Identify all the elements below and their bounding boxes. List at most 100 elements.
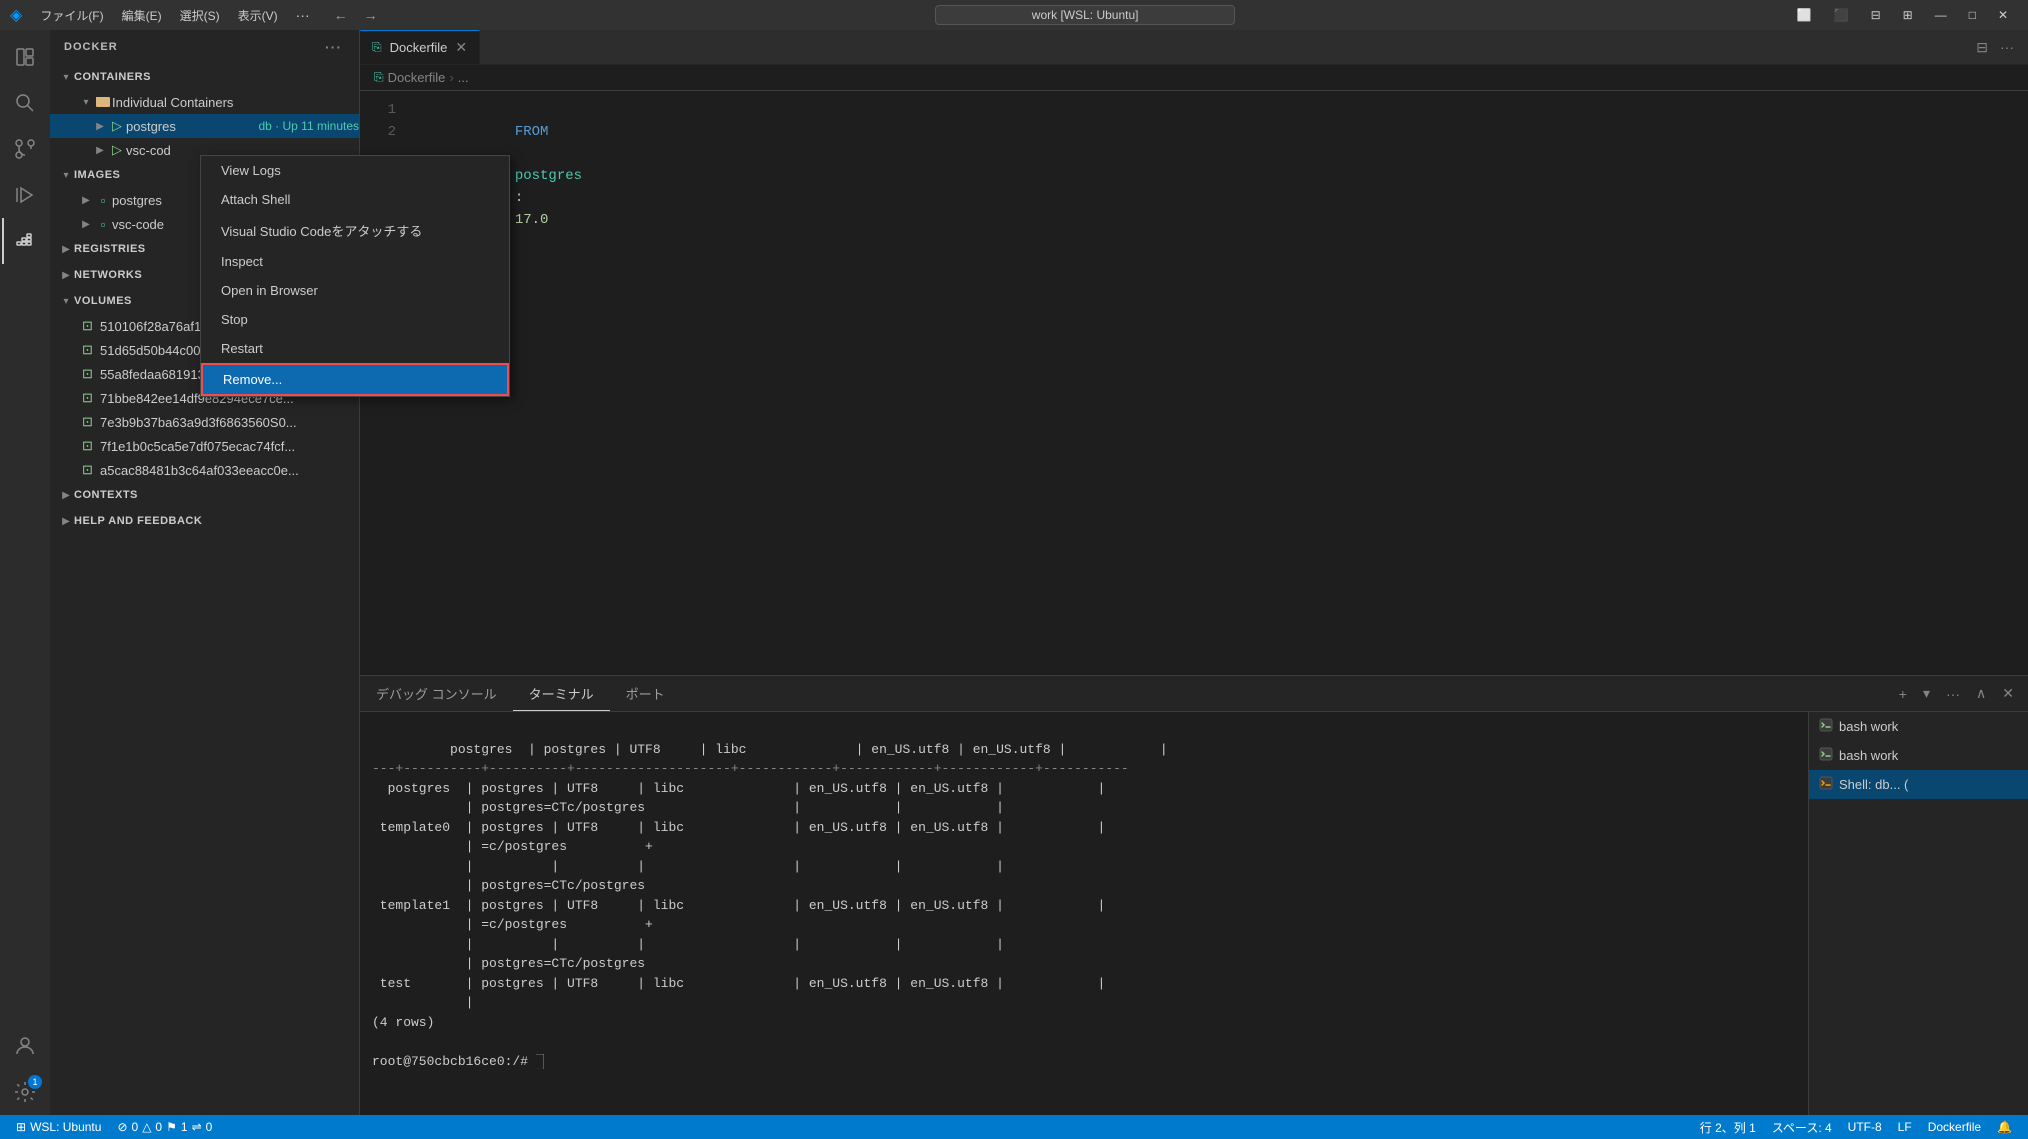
vscode-logo: ◈ [10, 5, 22, 25]
activity-search[interactable] [2, 80, 48, 126]
volume-item-6[interactable]: ⊡ a5cac88481b3c64af033eeacc0e... [50, 458, 359, 482]
activity-docker[interactable] [2, 218, 48, 264]
terminal-instance-label-2: Shell: db... ( [1839, 777, 1908, 792]
volume-icon-2: ⊡ [82, 366, 100, 382]
terminal-tab-terminal[interactable]: ターミナル [513, 676, 610, 711]
individual-containers-chevron: ▾ [78, 97, 94, 108]
status-eol[interactable]: LF [1890, 1115, 1920, 1139]
menu-edit[interactable]: 編集(E) [114, 5, 170, 26]
code-lines[interactable]: FROM postgres : 17.0 [410, 99, 2018, 667]
terminal-maximize-btn[interactable]: ∧ [1970, 683, 1992, 704]
postgres-container-item[interactable]: ▶ ▷ postgres db · Up 11 minutes [50, 114, 359, 138]
encoding-label: UTF-8 [1848, 1120, 1882, 1134]
activity-accounts[interactable] [2, 1023, 48, 1069]
containers-section-header[interactable]: ▾ CONTAINERS [50, 64, 359, 90]
context-menu-item-remove[interactable]: Remove... [201, 363, 509, 396]
terminal-instance-0[interactable]: bash work [1809, 712, 2028, 741]
terminal-shell-icon-2 [1819, 776, 1833, 793]
nav-back[interactable]: ← [328, 5, 354, 25]
status-spaces[interactable]: スペース: 4 [1764, 1115, 1840, 1139]
warnings-count: 0 [155, 1120, 162, 1134]
maximize-btn[interactable]: □ [1959, 6, 1986, 24]
volume-label-6: a5cac88481b3c64af033eeacc0e... [100, 463, 299, 478]
help-section-header[interactable]: ▶ HELP AND FEEDBACK [50, 508, 359, 534]
context-menu-item-attach-shell[interactable]: Attach Shell [201, 185, 509, 214]
menu-select[interactable]: 選択(S) [172, 5, 228, 26]
ports-icon: ⇌ [192, 1120, 202, 1134]
tab-dockerfile[interactable]: ⎘ Dockerfile ✕ [360, 30, 480, 64]
bell-icon: 🔔 [1997, 1120, 2012, 1134]
context-menu-item-open-browser[interactable]: Open in Browser [201, 276, 509, 305]
terminal-new-btn[interactable]: + [1893, 684, 1913, 704]
contexts-section-header[interactable]: ▶ CONTEXTS [50, 482, 359, 508]
terminal-tab-ports[interactable]: ポート [610, 676, 681, 711]
sidebar-more-btn[interactable]: ··· [322, 38, 345, 56]
terminal-content[interactable]: postgres | postgres | UTF8 | libc | en_U… [360, 712, 1808, 1115]
terminal-container: デバッグ コンソール ターミナル ポート + ▾ ··· ∧ ✕ postgre… [360, 675, 2028, 1115]
image-icon-1: ▫ [94, 193, 112, 208]
errors-icon: ⊘ [117, 1120, 127, 1134]
code-image-name: postgres [515, 168, 582, 184]
terminal-tab-debug[interactable]: デバッグ コンソール [360, 676, 513, 711]
nav-forward[interactable]: → [358, 5, 384, 25]
status-line-col[interactable]: 行 2、列 1 [1692, 1115, 1764, 1139]
layout-sidebar-btn[interactable]: ⬜ [1787, 6, 1822, 24]
terminal-body: postgres | postgres | UTF8 | libc | en_U… [360, 712, 2028, 1115]
terminal-split-btn[interactable]: ▾ [1917, 683, 1936, 704]
status-bell[interactable]: 🔔 [1989, 1115, 2020, 1139]
titlebar-nav: ← → [328, 5, 384, 25]
menu-view[interactable]: 表示(V) [230, 5, 286, 26]
layout-split-btn[interactable]: ⊟ [1861, 6, 1891, 24]
terminal-close-btn[interactable]: ✕ [1996, 683, 2020, 704]
layout-custom-btn[interactable]: ⊞ [1893, 6, 1923, 24]
dockerfile-tab-icon: ⎘ [372, 40, 382, 55]
individual-containers-item[interactable]: ▾ Individual Containers [50, 90, 359, 114]
breadcrumb-file-icon: ⎘ [374, 70, 384, 85]
context-menu-item-restart[interactable]: Restart [201, 334, 509, 363]
tab-bar-actions: ⊟ ··· [1962, 30, 2028, 64]
minimize-btn[interactable]: — [1925, 6, 1957, 24]
info-count: 1 [181, 1120, 188, 1134]
menu-more[interactable]: ··· [288, 5, 318, 26]
titlebar-search-box[interactable]: work [WSL: Ubuntu] [935, 5, 1235, 25]
status-language[interactable]: Dockerfile [1920, 1115, 1989, 1139]
line-col-label: 行 2、列 1 [1700, 1119, 1756, 1136]
close-btn[interactable]: ✕ [1988, 6, 2018, 24]
more-tabs-btn[interactable]: ··· [1994, 37, 2020, 57]
context-menu-item-stop[interactable]: Stop [201, 305, 509, 334]
tab-dockerfile-label: Dockerfile [390, 40, 448, 55]
terminal-instance-2[interactable]: Shell: db... ( [1809, 770, 2028, 799]
volume-item-4[interactable]: ⊡ 7e3b9b37ba63a9d3f6863560S0... [50, 410, 359, 434]
breadcrumb-file: Dockerfile [388, 70, 446, 85]
activity-settings[interactable]: 1 [2, 1069, 48, 1115]
status-errors[interactable]: ⊘ 0 △ 0 ⚑ 1 ⇌ 0 [109, 1115, 220, 1139]
code-text-1 [515, 146, 523, 162]
eol-label: LF [1898, 1120, 1912, 1134]
terminal-bash-icon-0 [1819, 718, 1833, 735]
status-encoding[interactable]: UTF-8 [1840, 1115, 1890, 1139]
sidebar-header-actions: ··· [322, 38, 345, 56]
context-menu-item-inspect[interactable]: Inspect [201, 247, 509, 276]
keyword-from: FROM [515, 124, 549, 140]
status-wsl[interactable]: ⊞ WSL: Ubuntu [8, 1115, 109, 1139]
container-icon-2: ▷ [108, 142, 126, 158]
layout-panel-btn[interactable]: ⬛ [1824, 6, 1859, 24]
tab-bar: ⎘ Dockerfile ✕ ⊟ ··· [360, 30, 2028, 65]
context-menu-item-vscode-attach[interactable]: Visual Studio Codeをアタッチする [201, 214, 509, 247]
volumes-chevron: ▾ [58, 296, 74, 307]
terminal-instance-1[interactable]: bash work [1809, 741, 2028, 770]
volume-item-5[interactable]: ⊡ 7f1e1b0c5ca5e7df075ecac74fcf... [50, 434, 359, 458]
tab-close-btn[interactable]: ✕ [455, 39, 467, 56]
errors-count: 0 [132, 1120, 139, 1134]
context-menu: View Logs Attach Shell Visual Studio Cod… [200, 155, 510, 397]
split-editor-btn[interactable]: ⊟ [1970, 37, 1994, 58]
breadcrumb-more: ... [458, 70, 469, 85]
activity-explorer[interactable] [2, 34, 48, 80]
activity-source-control[interactable] [2, 126, 48, 172]
terminal-more-btn[interactable]: ··· [1940, 684, 1966, 704]
networks-chevron: ▶ [58, 270, 74, 281]
code-content: 1 2 FROM postgres : 17.0 [360, 91, 2028, 675]
activity-run-debug[interactable] [2, 172, 48, 218]
context-menu-item-view-logs[interactable]: View Logs [201, 156, 509, 185]
menu-file[interactable]: ファイル(F) [32, 5, 111, 26]
